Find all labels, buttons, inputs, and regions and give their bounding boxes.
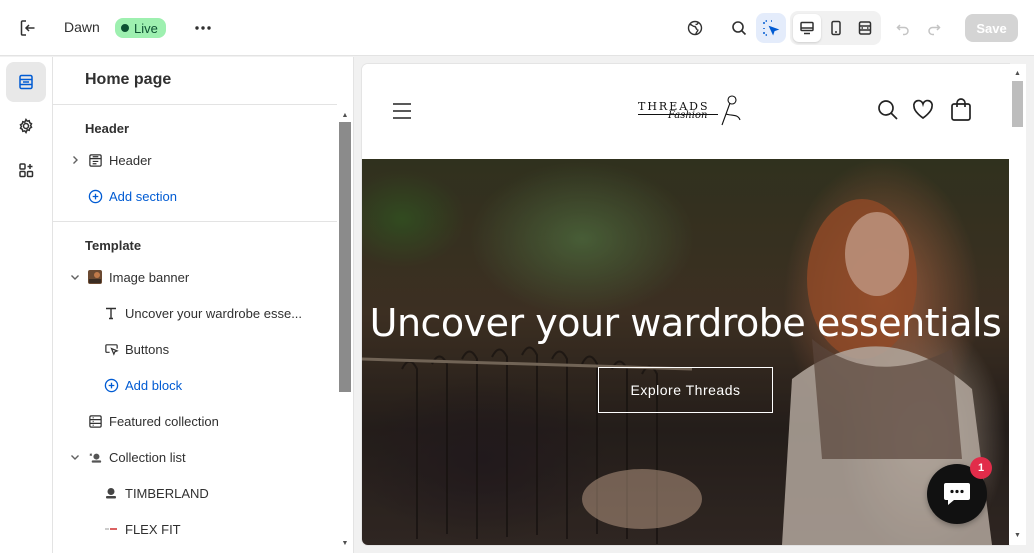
search-icon	[732, 21, 747, 36]
section-item-image-banner[interactable]: Image banner	[68, 267, 189, 287]
chevron-right-icon[interactable]	[68, 155, 82, 165]
text-icon	[103, 305, 119, 321]
divider	[53, 221, 337, 222]
wishlist-icon	[912, 99, 934, 120]
scroll-down-icon[interactable]: ▼	[1012, 530, 1023, 541]
header-group-heading: Header	[85, 121, 130, 136]
chevron-down-icon[interactable]	[68, 453, 82, 461]
button-icon	[103, 341, 119, 357]
mobile-icon	[831, 20, 841, 36]
theme-settings-rail-button[interactable]	[6, 106, 46, 146]
language-button[interactable]	[681, 14, 709, 42]
block-item-flex-fit[interactable]: FLEX FIT	[103, 519, 181, 539]
block-label: Buttons	[125, 341, 170, 357]
cart-icon	[951, 98, 971, 121]
search-button[interactable]	[725, 14, 753, 42]
store-search-button[interactable]	[877, 99, 899, 126]
add-section-label: Add section	[109, 188, 177, 204]
inspect-icon	[763, 20, 780, 36]
page-title: Home page	[85, 71, 172, 88]
section-label: Image banner	[109, 269, 190, 285]
explore-button[interactable]: Explore Threads	[598, 367, 773, 413]
section-label: Collection list	[109, 449, 186, 465]
add-circle-icon	[87, 188, 103, 204]
section-label: Header	[109, 152, 152, 168]
add-block-button[interactable]: Add block	[103, 375, 182, 395]
section-item-header[interactable]: Header	[68, 150, 152, 170]
redo-icon	[928, 24, 941, 36]
status-badge: Live	[115, 18, 166, 38]
sections-sidebar: Home page Header Header Add section Temp…	[53, 57, 354, 553]
collection-list-icon	[87, 449, 103, 465]
undo-icon	[896, 24, 909, 36]
banner-overlay	[362, 159, 1009, 545]
image-banner[interactable]: Uncover your wardrobe essentials Explore…	[362, 159, 1009, 545]
banner-heading: Uncover your wardrobe essentials	[369, 301, 1002, 345]
top-bar: Dawn Live Save	[0, 0, 1034, 56]
logo-underline	[638, 114, 718, 115]
sections-icon	[19, 74, 33, 90]
header-section-icon	[87, 152, 103, 168]
left-rail	[0, 57, 53, 553]
sections-rail-button[interactable]	[6, 62, 46, 102]
chat-notification-badge: 1	[970, 457, 992, 479]
store-logo[interactable]: THREADS Fashion	[638, 94, 748, 134]
desktop-view-button[interactable]	[793, 14, 821, 42]
brand-thumbnail-icon	[103, 521, 119, 537]
add-block-label: Add block	[125, 377, 183, 393]
more-actions-button[interactable]	[190, 14, 216, 42]
inspector-button[interactable]	[756, 13, 786, 43]
menu-icon	[393, 103, 411, 119]
block-label: FLEX FIT	[125, 521, 181, 537]
image-thumbnail-icon	[87, 269, 103, 285]
block-label: TIMBERLAND	[125, 485, 209, 501]
preview-scrollbar[interactable]	[1009, 64, 1026, 545]
redo-button[interactable]	[920, 14, 948, 42]
theme-name: Dawn	[64, 19, 100, 35]
search-icon	[878, 100, 898, 120]
sidebar-scroll-thumb[interactable]	[339, 122, 351, 392]
section-item-collection-list[interactable]: Collection list	[68, 447, 186, 467]
apps-rail-button[interactable]	[6, 150, 46, 190]
mobile-view-button[interactable]	[822, 14, 850, 42]
fullscreen-button[interactable]	[851, 14, 879, 42]
divider	[53, 104, 337, 105]
scroll-up-icon[interactable]: ▲	[1012, 68, 1023, 79]
status-label: Live	[134, 20, 158, 36]
collection-icon	[87, 413, 103, 429]
save-button[interactable]: Save	[965, 14, 1018, 42]
cart-button[interactable]	[950, 98, 972, 127]
brand-thumbnail-icon	[103, 485, 119, 501]
section-label: Featured collection	[109, 413, 219, 429]
apps-icon	[19, 163, 34, 178]
store-preview: THREADS Fashion Uncover your wardrobe es…	[362, 64, 1009, 545]
needle-logo-icon	[721, 95, 741, 126]
live-dot-icon	[121, 24, 129, 32]
exit-button[interactable]	[14, 14, 42, 42]
block-item-timberland[interactable]: TIMBERLAND	[103, 483, 209, 503]
scroll-down-icon[interactable]: ▼	[339, 537, 351, 549]
chevron-down-icon[interactable]	[68, 273, 82, 281]
block-label: Uncover your wardrobe esse...	[125, 305, 303, 321]
scroll-up-icon[interactable]: ▲	[339, 109, 351, 121]
more-icon	[195, 26, 211, 30]
template-group-heading: Template	[85, 238, 142, 253]
chat-icon	[944, 483, 970, 505]
section-item-featured-collection[interactable]: Featured collection	[87, 411, 219, 431]
menu-button[interactable]	[392, 101, 412, 126]
add-section-button-header[interactable]: Add section	[87, 186, 177, 206]
wishlist-button[interactable]	[912, 99, 934, 126]
block-item-heading[interactable]: Uncover your wardrobe esse...	[103, 303, 302, 323]
add-circle-icon	[103, 377, 119, 393]
preview-scroll-thumb[interactable]	[1012, 81, 1023, 127]
store-header: THREADS Fashion	[362, 64, 1009, 159]
fullscreen-icon	[858, 21, 872, 35]
block-item-buttons[interactable]: Buttons	[103, 339, 169, 359]
theme-settings-icon	[19, 117, 33, 135]
globe-icon	[687, 20, 703, 36]
desktop-icon	[800, 21, 814, 35]
undo-button[interactable]	[889, 14, 917, 42]
logo-script: Fashion	[668, 110, 708, 121]
exit-icon	[20, 20, 35, 36]
